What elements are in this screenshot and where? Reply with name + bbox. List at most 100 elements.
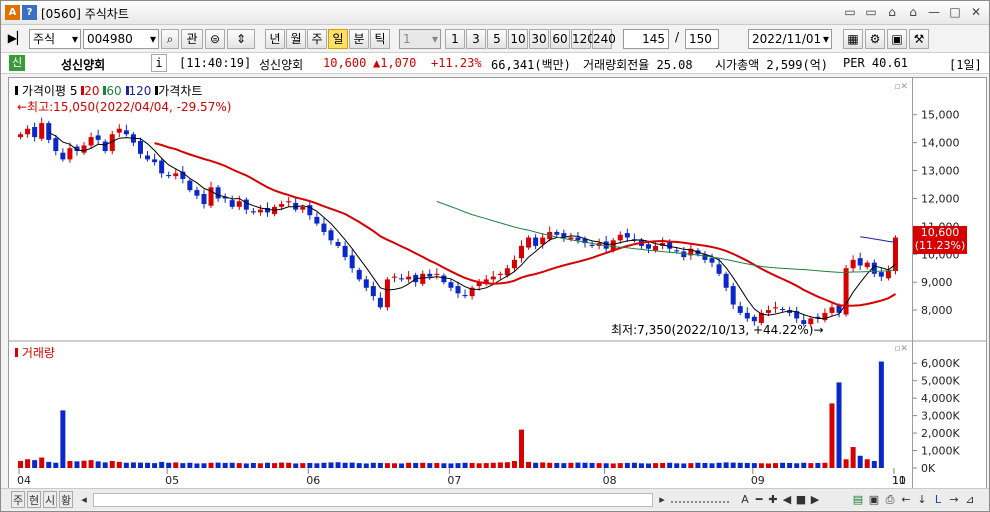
chart-area[interactable]: 가격이평 5 20 60 120 가격차트 ←최고:15,050(2022/04… bbox=[8, 77, 913, 489]
date-picker[interactable]: 2022/11/01 ▾ bbox=[748, 29, 832, 49]
candle-body bbox=[342, 245, 348, 258]
copy-window-icon[interactable]: ▭ bbox=[862, 4, 880, 21]
search-icon[interactable]: ⌕ bbox=[161, 29, 179, 49]
period-month-button[interactable]: 월 bbox=[286, 29, 306, 49]
candle-body bbox=[843, 268, 849, 315]
ruler-icon[interactable]: ⊿ bbox=[963, 491, 977, 508]
candle-body bbox=[751, 316, 757, 322]
settings-gear-icon[interactable]: ⌂ bbox=[904, 4, 922, 21]
volume-bar bbox=[617, 463, 623, 468]
interval-60-button[interactable]: 60 bbox=[550, 29, 570, 49]
stock-code-input[interactable]: 004980 ▾ bbox=[83, 29, 159, 49]
zoom-plus-icon[interactable]: ✚ bbox=[767, 491, 779, 508]
chevron-down-icon: ▾ bbox=[431, 32, 438, 46]
nav-arrow-icon[interactable]: ▶▏ bbox=[7, 29, 27, 49]
volume-bar bbox=[801, 462, 807, 468]
volume-bar bbox=[145, 462, 151, 468]
volume-bar bbox=[519, 429, 525, 468]
volume-bar bbox=[46, 461, 52, 468]
zoom-in-icon[interactable]: A bbox=[739, 491, 751, 508]
volume-bar bbox=[568, 462, 574, 468]
print-icon[interactable]: ⎙ bbox=[883, 491, 897, 508]
volume-bar bbox=[208, 462, 214, 468]
volume-bar bbox=[815, 462, 821, 468]
volume-bar bbox=[356, 463, 362, 468]
down-arrow-icon[interactable]: ↓ bbox=[915, 491, 929, 508]
interval-1-button[interactable]: 1 bbox=[445, 29, 465, 49]
right-arrow-icon[interactable]: → bbox=[947, 491, 961, 508]
market-select[interactable]: 주식 ▾ bbox=[29, 29, 81, 49]
volume-bar bbox=[420, 462, 426, 468]
zoom-slider[interactable] bbox=[671, 495, 729, 503]
period-minute-button[interactable]: 분 bbox=[349, 29, 369, 49]
volume-bar bbox=[638, 463, 644, 468]
refresh-icon[interactable]: ⊜ bbox=[205, 29, 225, 49]
interval-5-button[interactable]: 5 bbox=[487, 29, 507, 49]
volume-bar bbox=[39, 457, 45, 468]
candlestick-chart: 04 05 06 07 08 09 1011 bbox=[9, 117, 912, 487]
stock-chart-window: A ? [0560] 주식차트 ▭ ▭ ⌂ ⌂ — □ ✕ ▶▏ 주식 ▾ 004… bbox=[0, 0, 990, 512]
stop-icon[interactable]: ■ bbox=[795, 491, 807, 508]
bottom-market-button[interactable]: 시 bbox=[43, 491, 57, 508]
candle-body bbox=[67, 148, 73, 160]
candle-body bbox=[377, 297, 383, 308]
count-total-field[interactable]: 150 bbox=[685, 29, 719, 49]
left-arrow-icon[interactable]: ← bbox=[899, 491, 913, 508]
candle-body bbox=[370, 286, 376, 297]
interval-10-button[interactable]: 10 bbox=[508, 29, 528, 49]
candle-body bbox=[123, 130, 129, 135]
volume-bar bbox=[130, 462, 136, 468]
gear-icon[interactable]: ⚙ bbox=[865, 29, 885, 49]
volume-bar bbox=[730, 462, 736, 468]
period-week-button[interactable]: 주 bbox=[307, 29, 327, 49]
bottom-current-button[interactable]: 현 bbox=[27, 491, 41, 508]
close-button[interactable]: ✕ bbox=[967, 4, 985, 21]
volume-bar bbox=[25, 459, 31, 468]
interval-240-button[interactable]: 240 bbox=[592, 29, 616, 49]
maximize-button[interactable]: □ bbox=[946, 4, 964, 21]
volume-bar bbox=[363, 463, 369, 468]
candle-body bbox=[420, 273, 426, 284]
step-back-icon[interactable]: ◀ bbox=[781, 491, 793, 508]
info-button[interactable]: i bbox=[151, 54, 167, 72]
horizontal-scrollbar[interactable] bbox=[93, 493, 653, 507]
interval-120-button[interactable]: 120 bbox=[571, 29, 595, 49]
interval-select-value: 1 bbox=[403, 32, 411, 46]
period-year-button[interactable]: 년 bbox=[265, 29, 285, 49]
volume-tick-label: 5,000K bbox=[921, 375, 960, 388]
up-down-stepper[interactable]: ⇕ bbox=[227, 29, 255, 49]
save-file-icon[interactable]: ▣ bbox=[867, 491, 881, 508]
volume-bar bbox=[279, 462, 285, 468]
period-tick-button[interactable]: 틱 bbox=[370, 29, 390, 49]
bottom-week-button[interactable]: 주 bbox=[11, 491, 25, 508]
chart-type-icon[interactable]: ▦ bbox=[843, 29, 863, 49]
excel-icon[interactable]: ▤ bbox=[851, 491, 865, 508]
candle-body bbox=[455, 286, 461, 294]
save-icon[interactable]: ▣ bbox=[887, 29, 907, 49]
candle-body bbox=[617, 234, 623, 241]
scroll-left-arrow-icon[interactable]: ◂ bbox=[77, 491, 91, 508]
count-separator: / bbox=[675, 30, 680, 44]
volume-bar bbox=[53, 462, 59, 468]
minimize-button[interactable]: — bbox=[925, 4, 943, 21]
interval-30-button[interactable]: 30 bbox=[529, 29, 549, 49]
help-icon[interactable]: ? bbox=[22, 5, 37, 20]
link-window-icon[interactable]: ▭ bbox=[841, 4, 859, 21]
candle-body bbox=[39, 123, 45, 139]
candle-body bbox=[822, 312, 828, 321]
volume-tick-label: 3,000K bbox=[921, 410, 960, 423]
interval-3-button[interactable]: 3 bbox=[466, 29, 486, 49]
volume-bar bbox=[575, 462, 581, 468]
zoom-minus-icon[interactable]: ━ bbox=[753, 491, 765, 508]
layout-icon[interactable]: L bbox=[931, 491, 945, 508]
volume-bar bbox=[773, 463, 779, 468]
play-icon[interactable]: ▶ bbox=[809, 491, 821, 508]
camera-icon[interactable]: ⌂ bbox=[883, 4, 901, 21]
interval-select[interactable]: 1 ▾ bbox=[399, 29, 441, 49]
bottom-status-button[interactable]: 황 bbox=[59, 491, 73, 508]
count-input[interactable]: 145 bbox=[623, 29, 669, 49]
period-day-button[interactable]: 일 bbox=[328, 29, 348, 49]
view-button[interactable]: 관 bbox=[181, 29, 203, 49]
scroll-right-arrow-icon[interactable]: ▸ bbox=[655, 491, 669, 508]
tools-icon[interactable]: ⚒ bbox=[909, 29, 929, 49]
